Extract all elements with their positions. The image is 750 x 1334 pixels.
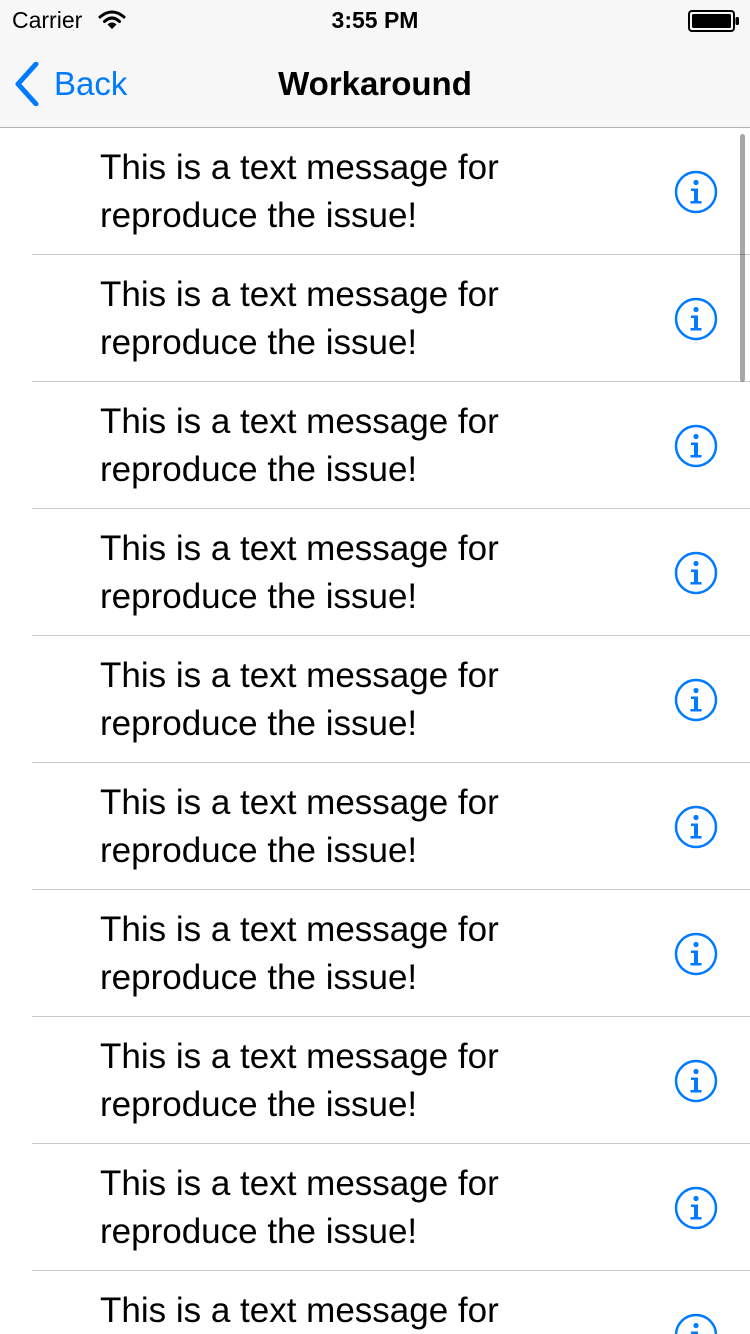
table-row[interactable]: This is a text message for reproduce the… (0, 128, 750, 255)
info-button[interactable] (674, 551, 718, 595)
table-row[interactable]: This is a text message for reproduce the… (0, 1017, 750, 1144)
info-button[interactable] (674, 170, 718, 214)
row-text: This is a text message for reproduce the… (100, 529, 499, 616)
table-row[interactable]: This is a text message for reproduce the… (0, 1144, 750, 1271)
message-table[interactable]: This is a text message for reproduce the… (0, 128, 750, 1334)
info-button[interactable] (674, 1313, 718, 1334)
table-row[interactable]: This is a text message for reproduce the… (0, 890, 750, 1017)
info-icon (674, 551, 718, 595)
row-text: This is a text message for reproduce the… (100, 1164, 499, 1251)
table-row[interactable]: This is a text message for reproduce the… (0, 255, 750, 382)
row-text: This is a text message for reproduce the… (100, 783, 499, 870)
table-row[interactable]: This is a text message for reproduce the… (0, 763, 750, 890)
info-icon (674, 1186, 718, 1230)
info-button[interactable] (674, 1059, 718, 1103)
info-button[interactable] (674, 805, 718, 849)
table-row[interactable]: This is a text message for reproduce the… (0, 382, 750, 509)
status-time: 3:55 PM (331, 7, 419, 33)
row-text: This is a text message for reproduce the… (100, 1037, 499, 1124)
table-row[interactable]: This is a text message for reproduce the… (0, 1271, 750, 1334)
table-row[interactable]: This is a text message for reproduce the… (0, 509, 750, 636)
info-icon (674, 805, 718, 849)
row-text: This is a text message for reproduce the… (100, 910, 499, 997)
info-icon (674, 1313, 718, 1334)
row-text: This is a text message for reproduce the… (100, 148, 499, 235)
info-button[interactable] (674, 1186, 718, 1230)
status-bar: Carrier 3:55 PM (0, 0, 750, 40)
table-row[interactable]: This is a text message for reproduce the… (0, 636, 750, 763)
row-text: This is a text message for reproduce the… (100, 656, 499, 743)
info-icon (674, 1059, 718, 1103)
navigation-bar: Back Workaround (0, 40, 750, 128)
info-button[interactable] (674, 932, 718, 976)
info-icon (674, 678, 718, 722)
info-icon (674, 932, 718, 976)
info-icon (674, 424, 718, 468)
top-bar: Carrier 3:55 PM Back Workaround (0, 0, 750, 128)
row-text: This is a text message for reproduce the… (100, 275, 499, 362)
info-button[interactable] (674, 424, 718, 468)
info-button[interactable] (674, 297, 718, 341)
info-icon (674, 170, 718, 214)
screen: Carrier 3:55 PM Back Workaround This is … (0, 0, 750, 1334)
info-icon (674, 297, 718, 341)
info-button[interactable] (674, 678, 718, 722)
row-text: This is a text message for reproduce the… (100, 1291, 499, 1330)
page-title: Workaround (278, 65, 472, 102)
scroll-indicator[interactable] (740, 134, 745, 382)
row-text: This is a text message for reproduce the… (100, 402, 499, 489)
battery-icon (688, 10, 739, 32)
